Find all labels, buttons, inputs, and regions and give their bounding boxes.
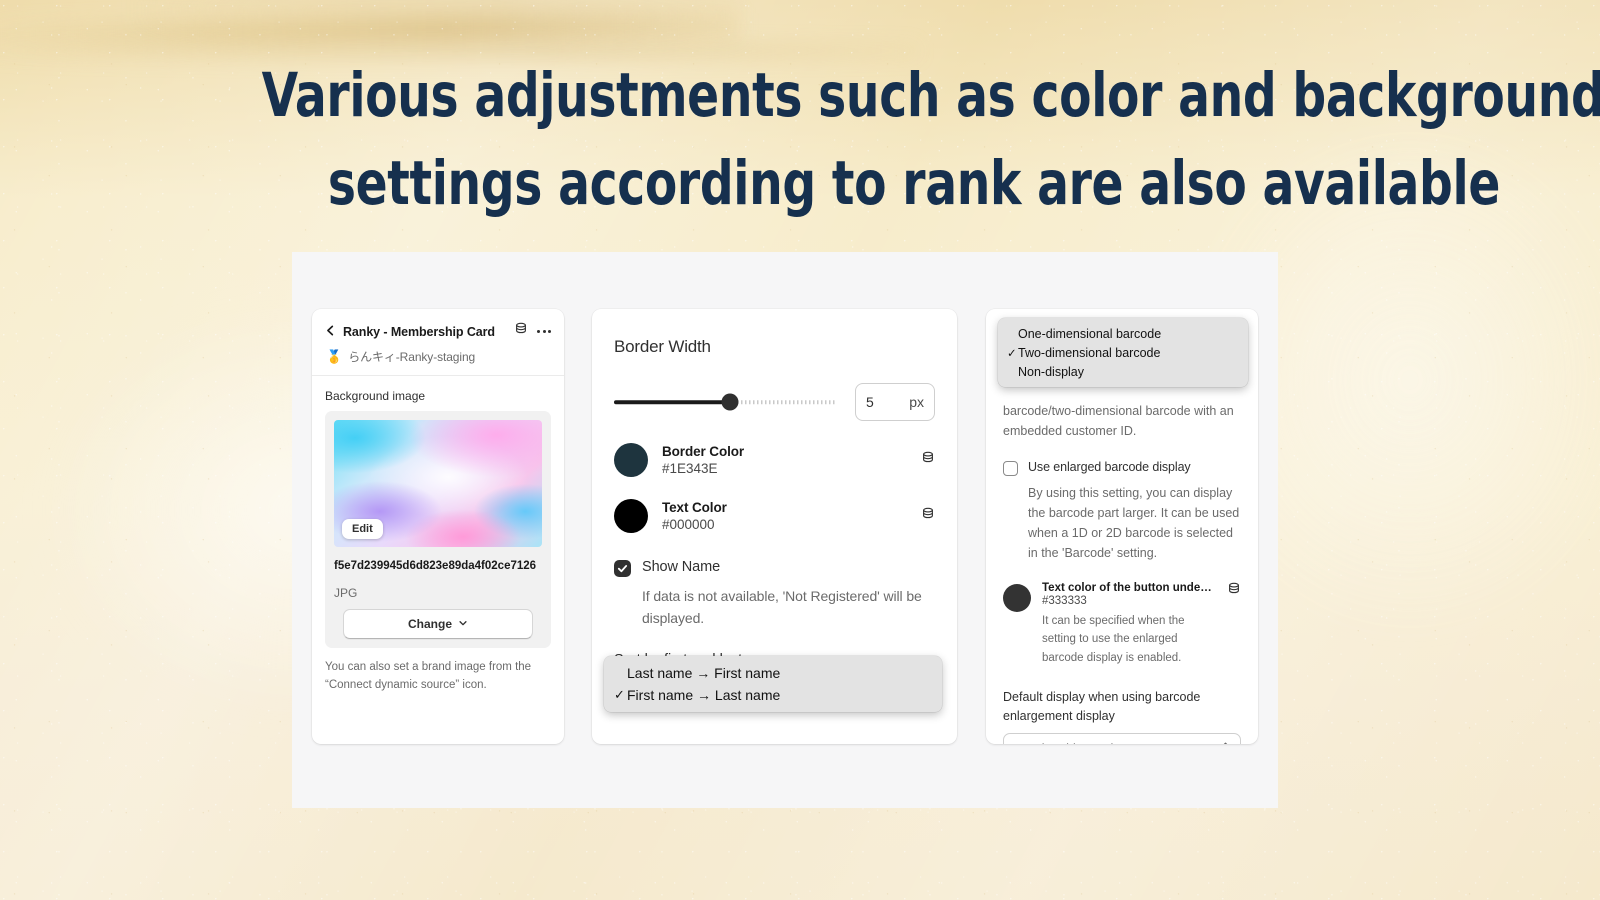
edit-button[interactable]: Edit (342, 519, 383, 539)
text-color-swatch[interactable] (614, 499, 648, 533)
store-name: らんキィ-Ranky-staging (348, 350, 476, 364)
button-text-color-hex: #333333 (1042, 594, 1087, 607)
border-color-hex: #1E343E (662, 461, 718, 476)
button-text-color-help: It can be specified when the setting to … (1042, 614, 1185, 665)
panel-header-actions (514, 322, 551, 341)
text-color-name: Text Color (662, 500, 727, 515)
panel-body: Border Width 5 px Border Color #1E343E T… (592, 309, 957, 668)
menu-item-one-dimensional[interactable]: One-dimensional barcode (998, 324, 1248, 343)
check-icon: ✓ (614, 687, 625, 702)
border-width-label: Border Width (614, 337, 711, 356)
border-color-name: Border Color (662, 444, 745, 459)
button-text-color-meta: Text color of the button under t… #33333… (1042, 582, 1216, 669)
change-button-label: Change (407, 616, 452, 631)
medal-icon: 🥇 (326, 349, 343, 364)
database-icon[interactable] (1227, 582, 1241, 601)
button-text-color-name: Text color of the button under t… (1042, 581, 1216, 594)
file-type: JPG (334, 585, 358, 600)
change-bar: Change (334, 600, 542, 639)
background-image-panel: Ranky - Membership Card 🥇 らんキィ-Ranky-sta… (312, 309, 564, 744)
slider-handle[interactable] (721, 393, 739, 411)
border-width-value: 5 (866, 394, 874, 410)
enlarged-barcode-help-text: By using this setting, you can display t… (1028, 485, 1240, 561)
database-icon[interactable] (921, 451, 935, 470)
border-color-swatch[interactable] (614, 443, 648, 477)
default-display-label: Default display when using barcode enlar… (1003, 690, 1201, 724)
name-order-select-menu[interactable]: Last name → First name ✓ First name → La… (604, 656, 942, 712)
enlarged-barcode-checkbox-row[interactable]: Use enlarged barcode display (1003, 460, 1241, 476)
slider-remaining-track (736, 400, 837, 404)
panel-header: Ranky - Membership Card 🥇 らんキィ-Ranky-sta… (312, 309, 564, 376)
checkbox-checked-icon[interactable] (614, 560, 631, 577)
menu-item-label: Last name → First name (627, 665, 781, 681)
button-text-color-row[interactable]: Text color of the button under t… #33333… (1003, 582, 1241, 669)
default-display-value: Membership Card (1014, 742, 1113, 744)
more-horizontal-icon[interactable] (537, 330, 551, 333)
barcode-description: barcode/two-dimensional barcode with an … (1003, 404, 1234, 439)
chevron-updown-icon (1221, 742, 1230, 744)
panel-header-title-row: Ranky - Membership Card (325, 322, 551, 341)
database-icon[interactable] (921, 507, 935, 526)
chevron-down-icon (458, 617, 468, 631)
slider-filled-track (614, 400, 730, 404)
headline-line-2: settings according to rank are also avai… (327, 148, 1500, 220)
menu-item-label: One-dimensional barcode (1018, 326, 1162, 341)
change-button[interactable]: Change (343, 608, 533, 639)
border-width-slider[interactable] (614, 393, 837, 411)
check-icon: ✓ (1007, 347, 1017, 360)
show-name-help-text: If data is not available, 'Not Registere… (642, 588, 922, 627)
default-display-select[interactable]: Membership Card (1003, 732, 1241, 744)
menu-item-non-display[interactable]: Non-display (998, 362, 1248, 381)
checkbox-unchecked-icon[interactable] (1003, 460, 1018, 476)
show-name-label: Show Name (642, 559, 721, 575)
text-color-meta: Text Color #000000 (662, 500, 727, 532)
media-box: Edit f5e7d239945d6d823e89da4f02ce7126 JP… (325, 411, 551, 648)
text-color-hex: #000000 (662, 517, 715, 532)
button-text-color-swatch[interactable] (1003, 583, 1031, 612)
panel-title: Ranky - Membership Card (343, 324, 495, 339)
border-color-row[interactable]: Border Color #1E343E (614, 443, 935, 477)
border-color-meta: Border Color #1E343E (662, 444, 744, 476)
barcode-select-menu[interactable]: One-dimensional barcode ✓ Two-dimensiona… (998, 318, 1248, 387)
headline-line-1: Various adjustments such as color and ba… (261, 60, 1600, 131)
menu-item-label: Non-display (1018, 364, 1085, 379)
menu-item-first-last[interactable]: ✓ First name → Last name (604, 684, 942, 706)
border-width-control-row: 5 px (614, 383, 935, 421)
background-image-help-text: You can also set a brand image from the … (325, 660, 532, 691)
menu-item-label: Two-dimensional barcode (1018, 345, 1161, 360)
menu-item-two-dimensional[interactable]: ✓ Two-dimensional barcode (998, 343, 1248, 362)
show-name-checkbox-row[interactable]: Show Name (614, 559, 935, 577)
border-width-input[interactable]: 5 px (855, 383, 935, 421)
file-name: f5e7d239945d6d823e89da4f02ce7126 (334, 560, 537, 572)
chevron-left-icon[interactable] (325, 323, 336, 341)
panel-body: Background image Edit f5e7d239945d6d823e… (312, 376, 564, 707)
store-row: 🥇 らんキィ-Ranky-staging (325, 348, 551, 365)
menu-item-last-first[interactable]: Last name → First name (604, 662, 942, 684)
background-image-thumbnail[interactable]: Edit (334, 420, 542, 547)
enlarged-barcode-label: Use enlarged barcode display (1028, 459, 1191, 474)
page-title: Various adjustments such as color and ba… (261, 52, 1600, 229)
menu-item-label: First name → Last name (627, 687, 781, 703)
background-image-label: Background image (325, 389, 426, 403)
database-icon[interactable] (514, 322, 528, 341)
border-width-unit: px (909, 394, 924, 410)
text-color-row[interactable]: Text Color #000000 (614, 499, 935, 533)
